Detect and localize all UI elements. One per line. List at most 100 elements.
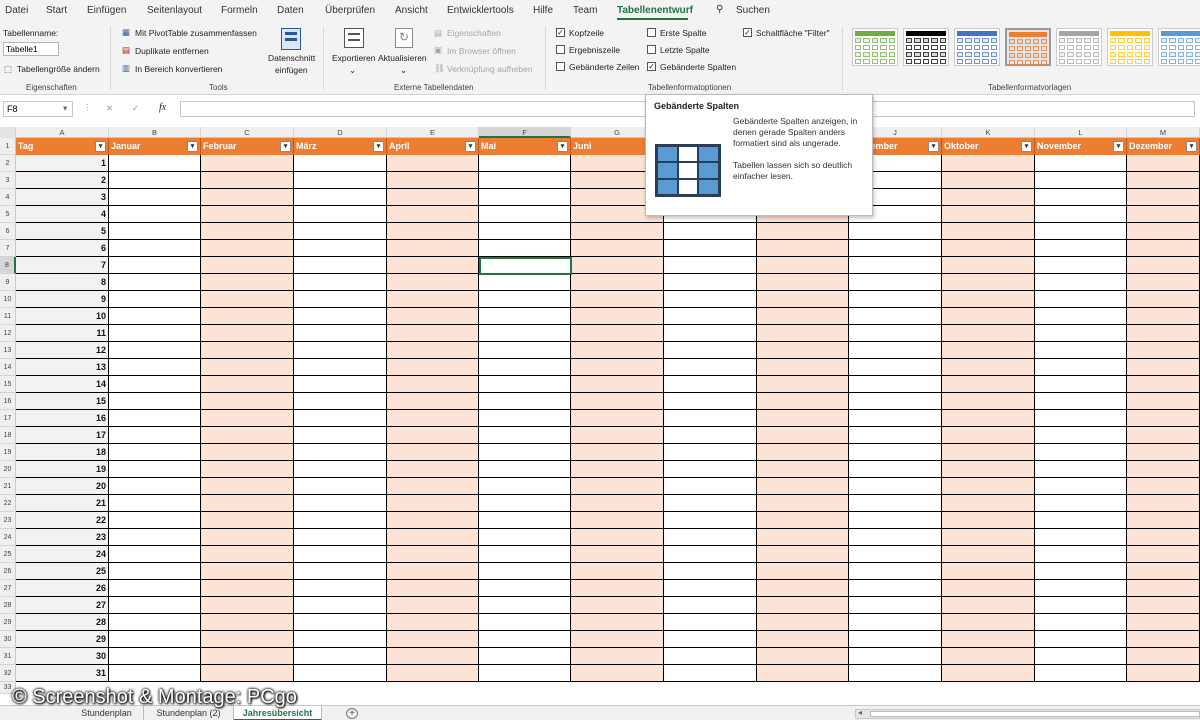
open-in-browser-button[interactable]: Im Browser öffnen xyxy=(447,46,516,56)
table-cell[interactable] xyxy=(942,512,1035,529)
table-cell[interactable] xyxy=(1127,631,1200,648)
table-cell[interactable] xyxy=(571,410,664,427)
filter-dropdown-icon[interactable]: ▾ xyxy=(95,141,106,152)
day-cell[interactable]: 22 xyxy=(16,512,109,529)
name-box-dropdown-icon[interactable]: ▾ xyxy=(63,103,67,114)
table-cell[interactable] xyxy=(294,291,387,308)
table-cell[interactable] xyxy=(201,274,294,291)
first-column-checkbox[interactable] xyxy=(647,28,656,37)
table-cell[interactable] xyxy=(1127,206,1200,223)
table-cell[interactable] xyxy=(849,376,942,393)
table-cell[interactable] xyxy=(294,614,387,631)
table-cell[interactable] xyxy=(1035,376,1127,393)
day-cell[interactable]: 1 xyxy=(16,155,109,172)
row-header[interactable]: 22 xyxy=(0,495,16,512)
row-header[interactable]: 9 xyxy=(0,274,16,291)
table-cell[interactable] xyxy=(201,546,294,563)
table-cell[interactable] xyxy=(1127,172,1200,189)
table-cell[interactable] xyxy=(201,342,294,359)
table-cell[interactable] xyxy=(757,529,849,546)
table-cell[interactable] xyxy=(201,172,294,189)
table-cell[interactable] xyxy=(294,461,387,478)
table-cell[interactable] xyxy=(664,563,757,580)
table-cell[interactable] xyxy=(479,444,571,461)
table-cell[interactable] xyxy=(942,563,1035,580)
table-cell[interactable] xyxy=(201,461,294,478)
table-cell[interactable] xyxy=(571,546,664,563)
table-cell[interactable] xyxy=(1035,478,1127,495)
table-cell[interactable] xyxy=(942,648,1035,665)
table-cell[interactable] xyxy=(1127,410,1200,427)
table-cell[interactable] xyxy=(294,495,387,512)
table-cell[interactable] xyxy=(1127,393,1200,410)
table-cell[interactable] xyxy=(1127,240,1200,257)
table-cell[interactable] xyxy=(109,291,201,308)
table-cell[interactable] xyxy=(109,155,201,172)
menu-seitenlayout[interactable]: Seitenlayout xyxy=(147,5,202,16)
table-cell[interactable] xyxy=(942,478,1035,495)
table-cell[interactable] xyxy=(294,172,387,189)
table-cell[interactable] xyxy=(479,529,571,546)
table-cell[interactable] xyxy=(387,240,479,257)
table-cell[interactable] xyxy=(201,648,294,665)
table-cell[interactable] xyxy=(109,325,201,342)
table-header-cell[interactable]: Dezember▾ xyxy=(1127,138,1200,155)
table-cell[interactable] xyxy=(109,614,201,631)
day-cell[interactable]: 7 xyxy=(16,257,109,274)
day-cell[interactable]: 2 xyxy=(16,172,109,189)
table-cell[interactable] xyxy=(294,631,387,648)
table-cell[interactable] xyxy=(201,614,294,631)
table-cell[interactable] xyxy=(201,155,294,172)
day-cell[interactable]: 14 xyxy=(16,376,109,393)
table-cell[interactable] xyxy=(757,376,849,393)
table-cell[interactable] xyxy=(757,648,849,665)
table-cell[interactable] xyxy=(849,546,942,563)
filter-dropdown-icon[interactable]: ▾ xyxy=(557,141,568,152)
table-cell[interactable] xyxy=(387,495,479,512)
day-cell[interactable]: 25 xyxy=(16,563,109,580)
table-cell[interactable] xyxy=(109,223,201,240)
table-cell[interactable] xyxy=(1035,546,1127,563)
table-cell[interactable] xyxy=(109,495,201,512)
table-cell[interactable] xyxy=(571,257,664,274)
table-cell[interactable] xyxy=(664,359,757,376)
table-cell[interactable] xyxy=(109,580,201,597)
table-cell[interactable] xyxy=(1035,410,1127,427)
day-cell[interactable]: 30 xyxy=(16,648,109,665)
row-header[interactable]: 7 xyxy=(0,240,16,257)
table-cell[interactable] xyxy=(479,580,571,597)
row-header[interactable]: 25 xyxy=(0,546,16,563)
table-cell[interactable] xyxy=(387,172,479,189)
table-cell[interactable] xyxy=(109,308,201,325)
table-cell[interactable] xyxy=(1127,325,1200,342)
table-cell[interactable] xyxy=(942,376,1035,393)
table-cell[interactable] xyxy=(1035,308,1127,325)
table-cell[interactable] xyxy=(387,427,479,444)
table-cell[interactable] xyxy=(664,376,757,393)
table-cell[interactable] xyxy=(294,427,387,444)
table-cell[interactable] xyxy=(664,614,757,631)
table-cell[interactable] xyxy=(109,546,201,563)
table-cell[interactable] xyxy=(387,614,479,631)
row-header[interactable]: 13 xyxy=(0,342,16,359)
table-cell[interactable] xyxy=(1127,563,1200,580)
table-cell[interactable] xyxy=(571,648,664,665)
day-cell[interactable]: 12 xyxy=(16,342,109,359)
table-cell[interactable] xyxy=(942,444,1035,461)
table-cell[interactable] xyxy=(1127,274,1200,291)
day-cell[interactable]: 11 xyxy=(16,325,109,342)
table-cell[interactable] xyxy=(479,563,571,580)
table-cell[interactable] xyxy=(294,648,387,665)
menu-daten[interactable]: Daten xyxy=(277,5,304,16)
table-cell[interactable] xyxy=(201,529,294,546)
table-cell[interactable] xyxy=(201,223,294,240)
table-cell[interactable] xyxy=(757,461,849,478)
table-cell[interactable] xyxy=(849,495,942,512)
column-header-D[interactable]: D xyxy=(294,127,387,138)
row-header[interactable]: 11 xyxy=(0,308,16,325)
filter-dropdown-icon[interactable]: ▾ xyxy=(187,141,198,152)
row-header[interactable]: 1 xyxy=(0,138,16,155)
cancel-icon[interactable]: ✕ xyxy=(106,103,113,114)
table-cell[interactable] xyxy=(1035,240,1127,257)
menu-entwicklertools[interactable]: Entwicklertools xyxy=(447,5,514,16)
